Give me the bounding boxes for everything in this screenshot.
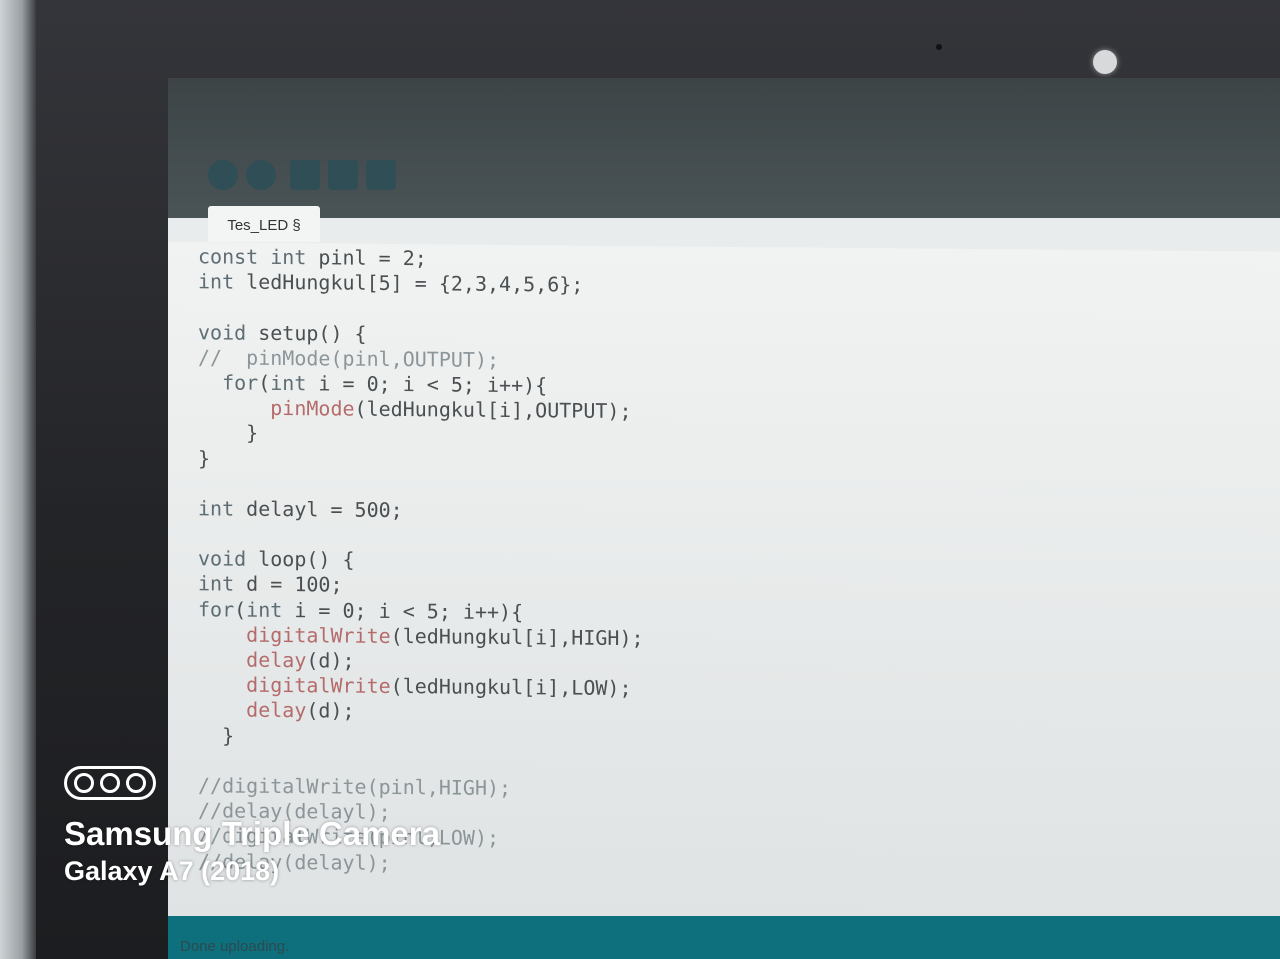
code-line[interactable]: pinMode(ledHungkul[i],OUTPUT);: [198, 395, 644, 424]
code-line[interactable]: delay(d);: [198, 698, 644, 727]
code-line[interactable]: int d = 100;: [198, 572, 644, 601]
webcam-icon: [1093, 50, 1117, 74]
code-line[interactable]: digitalWrite(ledHungkul[i],LOW);: [198, 672, 644, 701]
code-line[interactable]: // pinMode(pinl,OUTPUT);: [198, 345, 644, 374]
code-line[interactable]: int ledHungkul[5] = {2,3,4,5,6};: [198, 269, 644, 298]
camera-watermark: Samsung Triple Camera Galaxy A7 (2018): [64, 766, 440, 886]
code-line[interactable]: for(int i = 0; i < 5; i++){: [198, 597, 644, 626]
code-line[interactable]: }: [198, 446, 644, 475]
toolbar-area: [168, 78, 1280, 218]
code-line[interactable]: void loop() {: [198, 547, 644, 576]
code-line[interactable]: }: [198, 421, 644, 450]
upload-button[interactable]: [246, 160, 276, 190]
code-line[interactable]: delay(d);: [198, 647, 644, 676]
code-line[interactable]: void setup() {: [198, 320, 644, 349]
status-bar: Done uploading.: [168, 916, 1280, 959]
code-line[interactable]: for(int i = 0; i < 5; i++){: [198, 370, 644, 399]
code-line[interactable]: const int pinl = 2;: [198, 244, 644, 273]
verify-button[interactable]: [208, 160, 238, 190]
code-line[interactable]: int delayl = 500;: [198, 496, 644, 525]
new-button[interactable]: [290, 160, 320, 190]
sensor-dot: [936, 44, 942, 50]
code-line[interactable]: }: [198, 723, 644, 752]
laptop-edge: [0, 0, 36, 959]
code-line[interactable]: digitalWrite(ledHungkul[i],HIGH);: [198, 622, 643, 651]
triple-camera-icon: [64, 766, 156, 800]
code-line[interactable]: [198, 471, 644, 500]
watermark-title: Samsung Triple Camera: [64, 815, 440, 852]
status-message: Done uploading.: [180, 938, 290, 955]
save-button[interactable]: [366, 160, 396, 190]
open-button[interactable]: [328, 160, 358, 190]
watermark-subtitle: Galaxy A7 (2018): [64, 856, 280, 886]
tab-tes-led[interactable]: Tes_LED §: [208, 206, 320, 242]
code-line[interactable]: [198, 521, 644, 550]
code-line[interactable]: [198, 295, 644, 324]
